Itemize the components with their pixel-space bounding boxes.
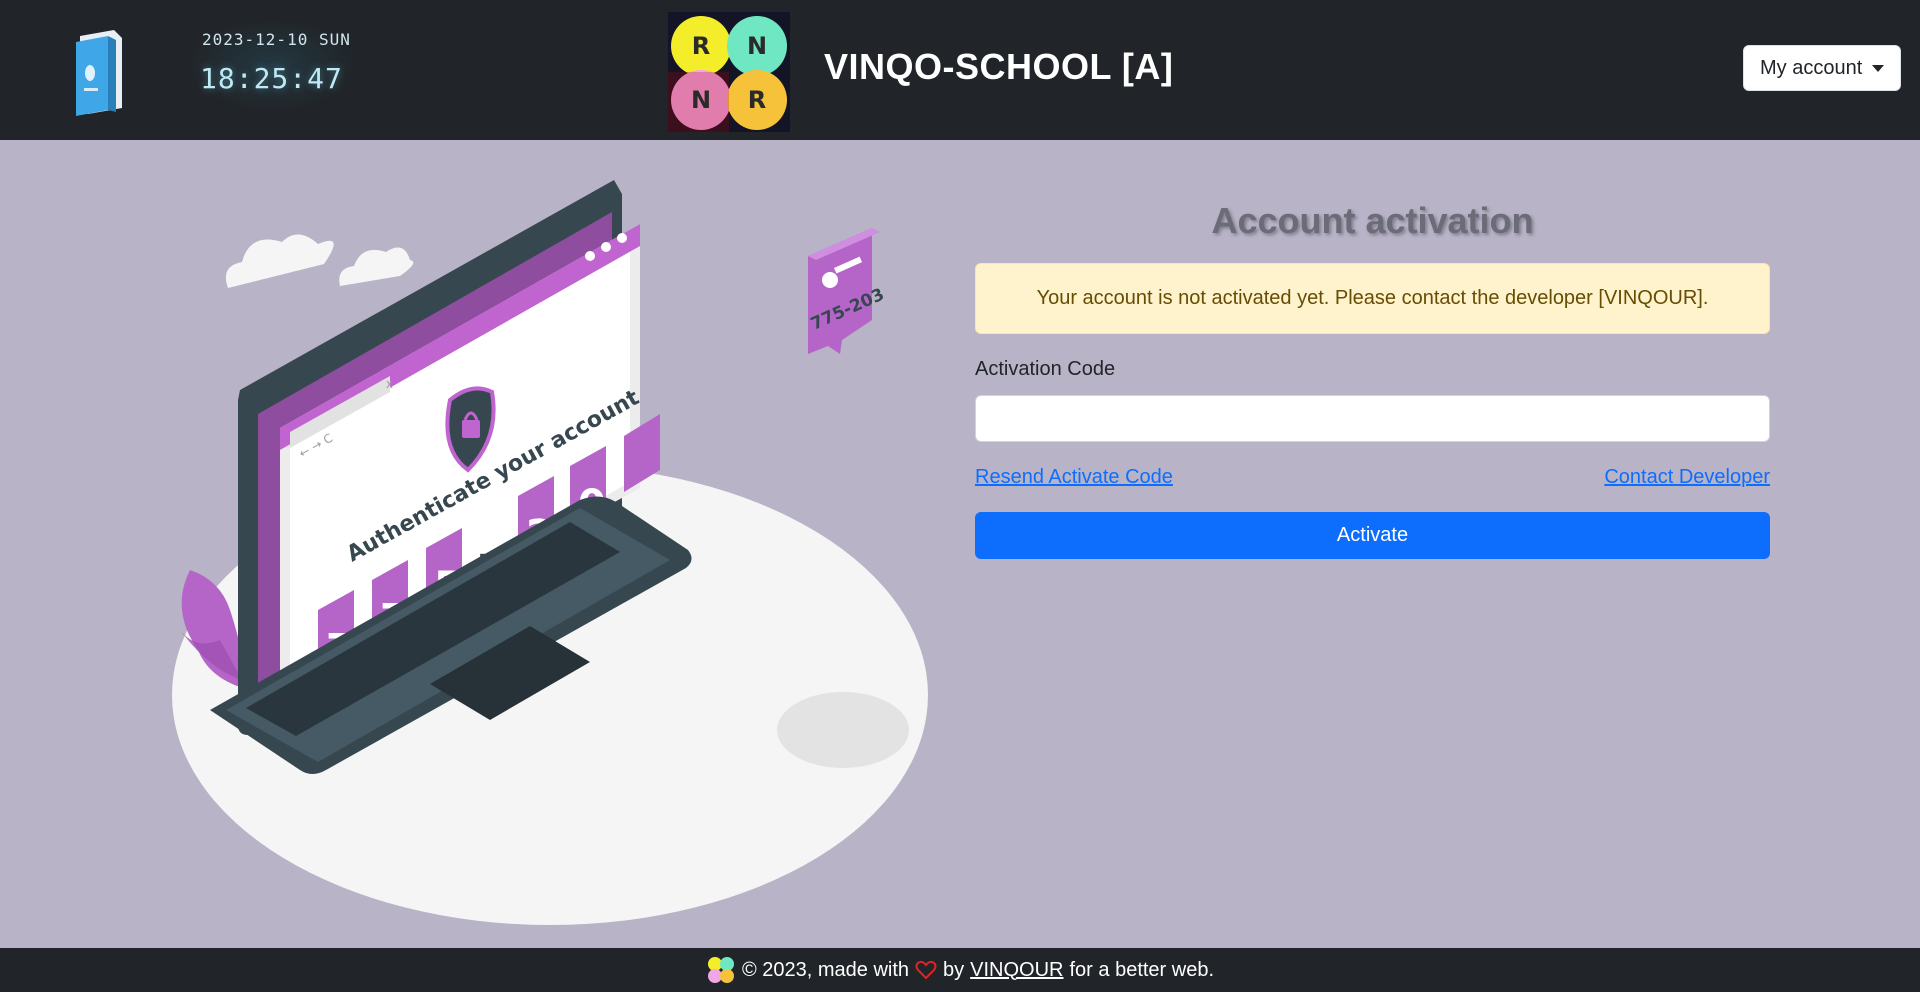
my-account-label: My account [1760, 56, 1863, 79]
browser-close-icon: x [386, 377, 393, 391]
clock-widget: 2023-12-10 SUN 18:25:47 [192, 22, 352, 108]
laptop-illustration: ← → C x Authenticate your account 7 7 5 … [172, 180, 928, 925]
key-badge-icon: 775-203 [808, 228, 887, 354]
clock-date: 2023-12-10 SUN [202, 30, 351, 49]
my-account-dropdown[interactable]: My account [1743, 45, 1901, 91]
resend-activate-code-link[interactable]: Resend Activate Code [975, 466, 1173, 489]
alert-message: Your account is not activated yet. Pleas… [1036, 287, 1709, 309]
cloud-icon [225, 234, 334, 288]
footer-tagline: for a better web. [1069, 958, 1215, 981]
logo-letter-3: N [691, 86, 711, 114]
clock-time: 18:25:47 [200, 62, 343, 95]
cloud-icon [339, 247, 414, 286]
top-navbar: 2023-12-10 SUN 18:25:47 R N N R VINQO-SC… [0, 0, 1920, 140]
caret-down-icon [1872, 65, 1884, 72]
footer: © 2023, made with by VINQOUR for a bette… [0, 948, 1920, 992]
activate-button[interactable]: Activate [975, 512, 1770, 559]
brand-title[interactable]: VINQO-SCHOOL [A] [824, 46, 1173, 88]
page-title: Account activation [1211, 200, 1534, 241]
activation-code-label: Activation Code [975, 358, 1116, 380]
logo-letter-2: N [747, 32, 767, 60]
footer-by: by [943, 958, 965, 981]
heart-icon [915, 960, 937, 980]
footer-copyright: © 2023, made with [741, 958, 910, 981]
logo-letter-4: R [748, 86, 766, 114]
footer-author-link[interactable]: VINQOUR [970, 959, 1063, 982]
activation-code-input[interactable] [975, 395, 1770, 442]
logo-letter-1: R [692, 32, 710, 60]
mini-logo-icon [707, 957, 734, 983]
contact-developer-link[interactable]: Contact Developer [1604, 466, 1770, 489]
school-logo[interactable]: R N N R [668, 12, 790, 132]
floor-shadow [777, 692, 909, 768]
warning-alert: Your account is not activated yet. Pleas… [975, 263, 1770, 334]
book-app-icon[interactable] [70, 28, 130, 118]
